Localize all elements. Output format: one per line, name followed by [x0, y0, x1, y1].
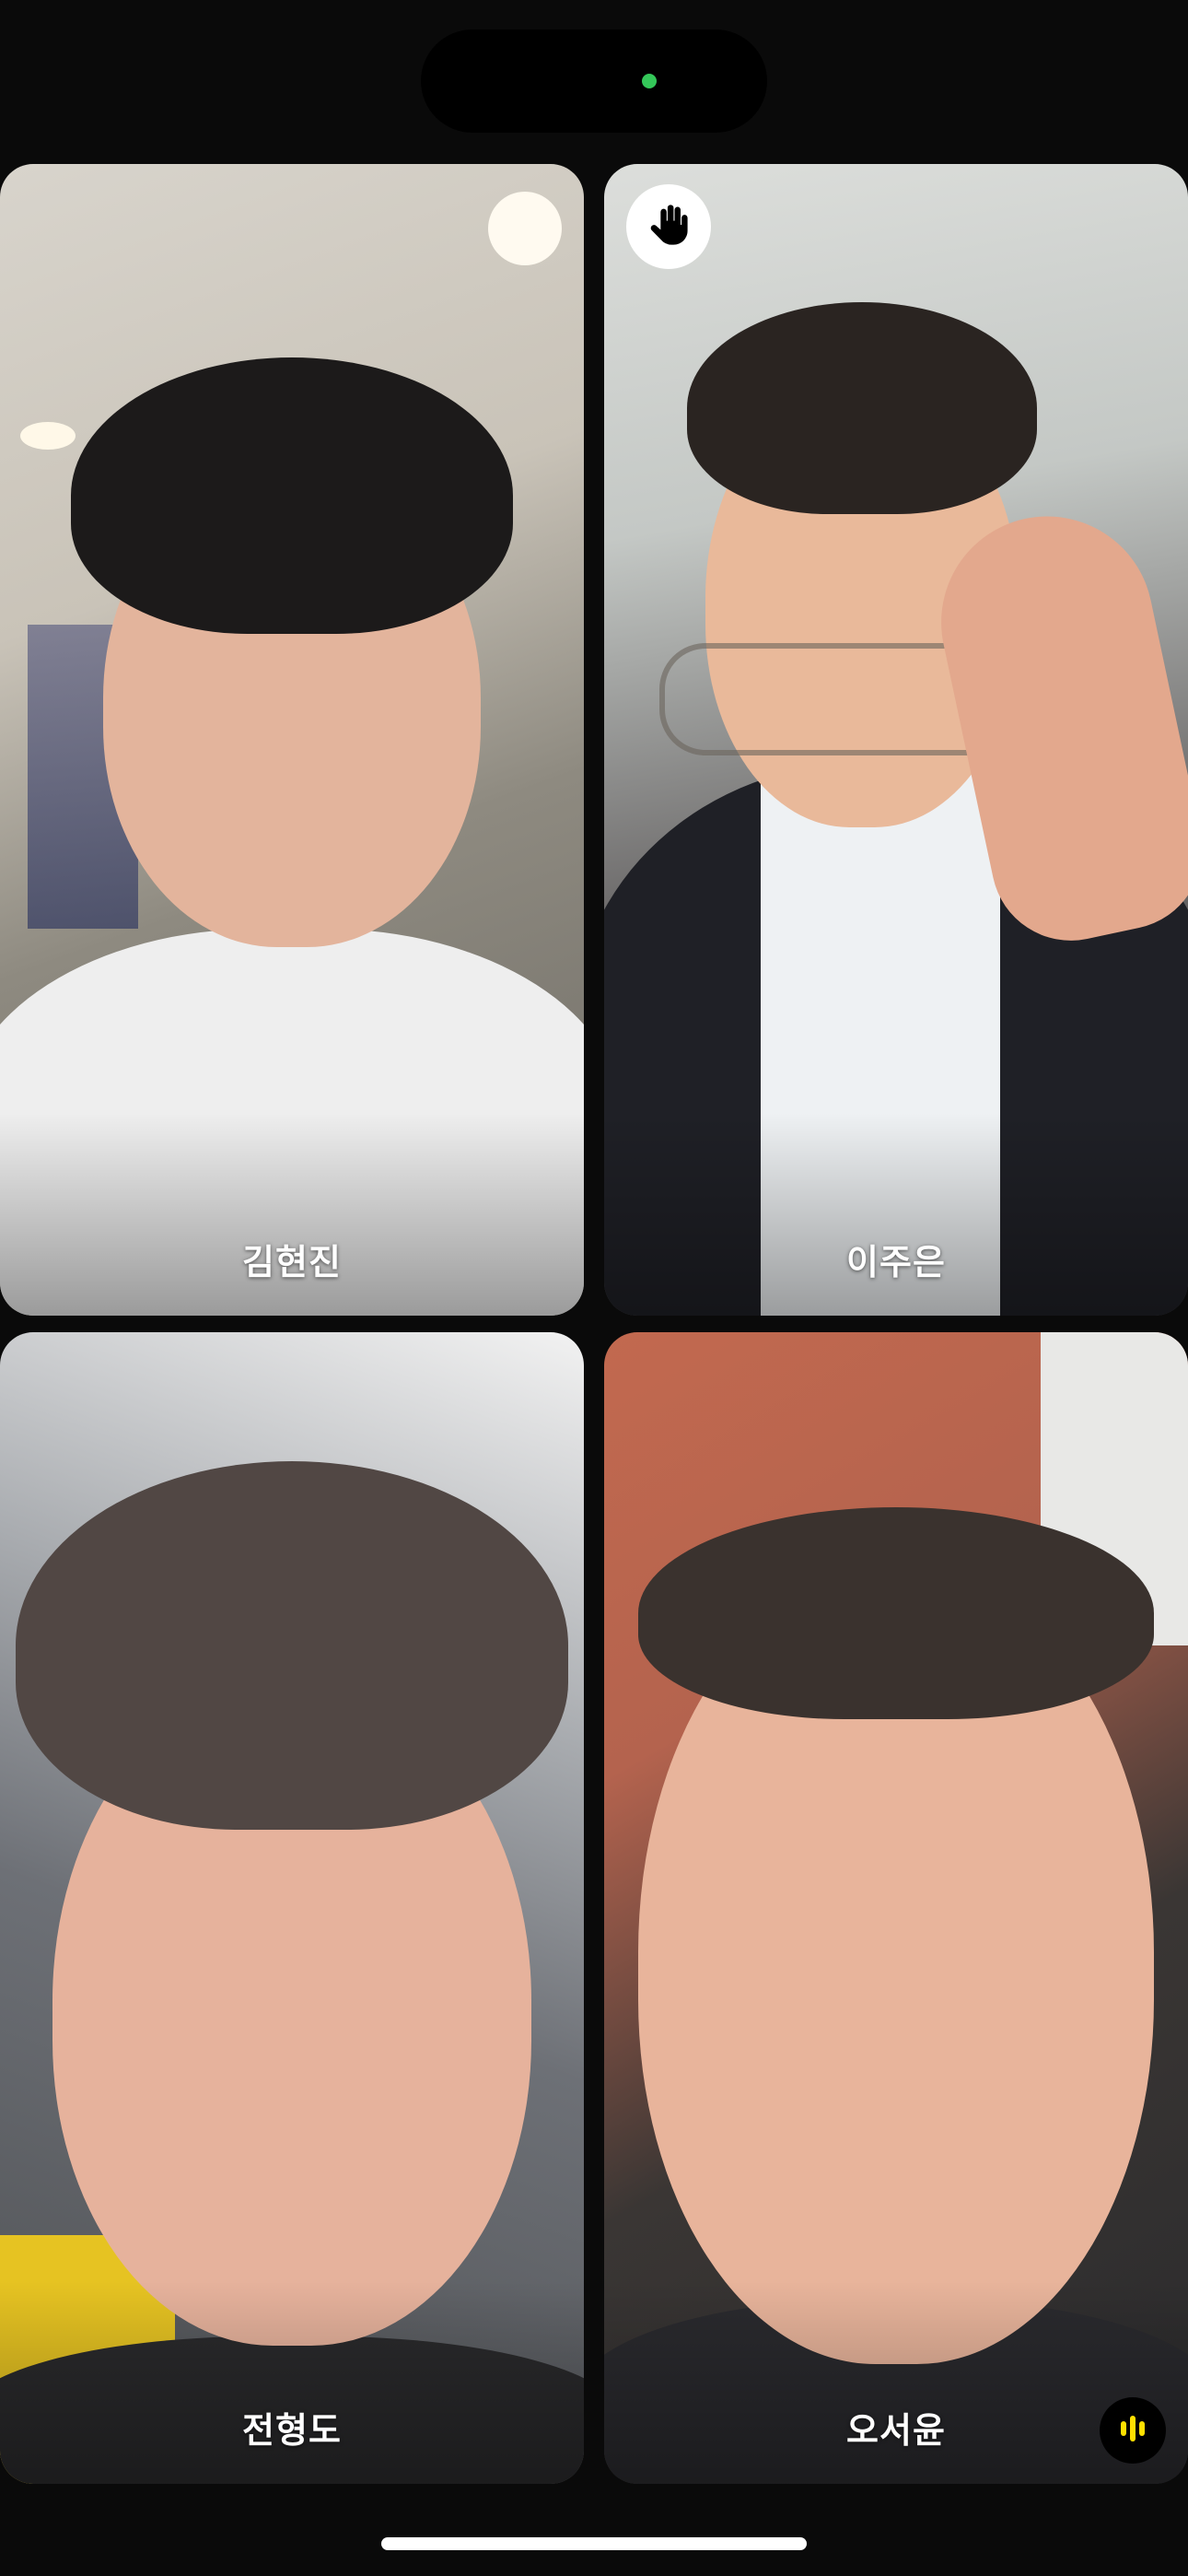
ceiling-light: [20, 422, 76, 450]
dynamic-island: [421, 29, 767, 133]
participant-name: 김현진: [242, 1242, 342, 1282]
camera-in-use-indicator: [642, 74, 657, 88]
participant-name: 이주은: [846, 1242, 946, 1282]
person-hair: [71, 357, 513, 634]
participant-tile-1[interactable]: 김현진: [0, 164, 584, 1316]
raised-hand-badge: [626, 184, 711, 269]
person-hair: [16, 1461, 568, 1830]
home-indicator[interactable]: [381, 2537, 807, 2550]
participant-name: 전형도: [242, 2410, 342, 2451]
participant-tile-3[interactable]: 전형도: [0, 1332, 584, 2484]
person-hair: [638, 1507, 1154, 1719]
ceiling-light: [488, 192, 562, 265]
person-hair: [687, 302, 1037, 514]
speaking-indicator: [1100, 2397, 1166, 2464]
participant-tile-4[interactable]: 오서윤: [604, 1332, 1188, 2484]
participant-tile-2[interactable]: 이주은: [604, 164, 1188, 1316]
audio-level-icon: [1114, 2410, 1151, 2451]
raised-hand-icon: [645, 201, 693, 252]
